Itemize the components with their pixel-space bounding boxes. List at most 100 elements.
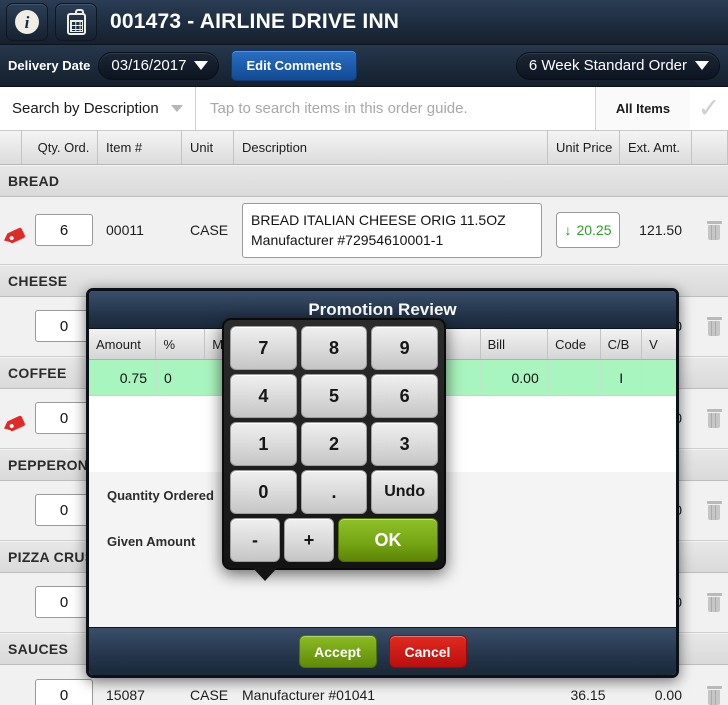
col-percent: % (156, 329, 206, 359)
qty-input[interactable]: 0 (35, 310, 93, 343)
cancel-button[interactable]: Cancel (388, 635, 467, 668)
key-0[interactable]: 0 (230, 470, 297, 514)
key-8[interactable]: 8 (300, 326, 368, 370)
key-6[interactable]: 6 (371, 374, 438, 418)
key-5[interactable]: 5 (300, 374, 368, 418)
key-4[interactable]: 4 (230, 374, 297, 418)
delete-row-button[interactable] (692, 197, 728, 264)
unit-price-cell[interactable]: ↓ 20.25 (548, 197, 620, 264)
cell-v (642, 360, 676, 395)
col-bill: Bill (481, 329, 549, 359)
column-item: Item # (98, 131, 182, 164)
key-plus[interactable]: + (284, 518, 334, 562)
key-minus[interactable]: - (230, 518, 280, 562)
qty-input[interactable]: 0 (35, 402, 93, 435)
search-input[interactable]: Tap to search items in this order guide. (196, 87, 596, 130)
chevron-down-icon (695, 60, 709, 70)
col-code: Code (548, 329, 601, 359)
edit-comments-button[interactable]: Edit Comments (231, 50, 357, 81)
ext-amount-value: 121.50 (639, 222, 682, 239)
unit-price-box[interactable]: ↓ 20.25 (556, 212, 620, 249)
delete-row-button[interactable] (692, 481, 728, 540)
accept-button[interactable]: Accept (298, 635, 377, 668)
column-description: Description (234, 131, 548, 164)
qty-input[interactable]: 0 (35, 679, 93, 705)
trash-icon (706, 220, 722, 240)
info-button[interactable]: i (6, 3, 48, 41)
calculator-icon (65, 9, 88, 35)
promo-flag-button[interactable] (0, 197, 26, 264)
app-root: i 001473 - AIRLINE DRIVE INN Delivery Da… (0, 0, 728, 705)
key-7[interactable]: 7 (230, 326, 297, 370)
chevron-down-icon (194, 60, 209, 70)
search-confirm-button[interactable]: ✓ (690, 87, 728, 130)
unit-value: CASE (190, 222, 229, 239)
page-title: 001473 - AIRLINE DRIVE INN (110, 10, 400, 33)
delivery-date-dropdown[interactable]: 03/16/2017 (98, 51, 220, 80)
unit-price-value: 20.25 (576, 222, 612, 239)
qty-input[interactable]: 0 (35, 586, 93, 619)
order-type-dropdown[interactable]: 6 Week Standard Order (515, 51, 720, 80)
trash-icon (706, 592, 722, 612)
item-number: 00011 (106, 222, 144, 239)
category-header: BREAD (0, 165, 728, 197)
item-manufacturer: Manufacturer #72954610001-1 (251, 232, 444, 249)
description-cell[interactable]: BREAD ITALIAN CHEESE ORIG 11.5OZ Manufac… (234, 197, 548, 264)
key-3[interactable]: 3 (371, 422, 438, 466)
all-items-tab[interactable]: All Items (596, 87, 690, 130)
keypad-pointer (252, 567, 278, 581)
key-9[interactable]: 9 (371, 326, 438, 370)
check-icon: ✓ (697, 93, 721, 123)
delete-row-button[interactable] (692, 389, 728, 448)
promo-flag-button[interactable] (0, 573, 22, 632)
delivery-date-label: Delivery Date (8, 58, 91, 73)
price-down-arrow-icon: ↓ (564, 222, 572, 239)
unit-price-value: 36.15 (570, 687, 606, 704)
column-flag (0, 131, 22, 164)
column-unit: Unit (182, 131, 234, 164)
trash-icon (706, 408, 722, 428)
qty-input[interactable]: 0 (35, 494, 93, 527)
table-row[interactable]: 6 00011 CASE BREAD ITALIAN CHEESE ORIG 1… (0, 197, 728, 265)
delivery-date-value: 03/16/2017 (111, 56, 187, 74)
qty-input[interactable]: 6 (35, 214, 93, 247)
quantity-ordered-label: Quantity Ordered (107, 487, 214, 503)
description-box: BREAD ITALIAN CHEESE ORIG 11.5OZ Manufac… (242, 203, 542, 258)
keypad-digits: 7 8 9 4 5 6 1 2 3 0 . Undo (230, 326, 438, 514)
chevron-down-icon (171, 105, 183, 112)
promo-flag-button[interactable] (0, 665, 22, 705)
cell-cb: I (601, 360, 643, 395)
dialog-footer: Accept Cancel (89, 627, 676, 675)
col-amount: Amount (89, 329, 157, 359)
promo-flag-button[interactable] (0, 389, 26, 448)
qty-cell[interactable]: 6 (22, 197, 98, 264)
key-1[interactable]: 1 (230, 422, 297, 466)
calculator-button[interactable] (55, 3, 97, 41)
order-type-value: 6 Week Standard Order (528, 56, 687, 74)
column-delete (692, 131, 728, 164)
numeric-keypad: 7 8 9 4 5 6 1 2 3 0 . Undo - + OK (222, 318, 446, 581)
column-ext-amt: Ext. Amt. (620, 131, 692, 164)
trash-icon (706, 316, 722, 336)
delete-row-button[interactable] (692, 297, 728, 356)
table-column-headers: Qty. Ord. Item # Unit Description Unit P… (0, 131, 728, 165)
key-ok[interactable]: OK (338, 518, 438, 562)
promo-flag-button[interactable] (0, 481, 22, 540)
key-undo[interactable]: Undo (371, 470, 438, 514)
trash-icon (706, 500, 722, 520)
column-qty: Qty. Ord. (22, 131, 98, 164)
key-decimal[interactable]: . (300, 470, 368, 514)
sub-toolbar: Delivery Date 03/16/2017 Edit Comments 6… (0, 45, 728, 87)
trash-icon (706, 685, 722, 705)
promo-flag-button[interactable] (0, 297, 22, 356)
key-2[interactable]: 2 (300, 422, 368, 466)
item-description: BREAD ITALIAN CHEESE ORIG 11.5OZ (251, 212, 506, 228)
keypad-actions: - + OK (230, 518, 438, 562)
col-v: V (649, 336, 658, 352)
title-bar: i 001473 - AIRLINE DRIVE INN (0, 0, 728, 45)
search-mode-dropdown[interactable]: Search by Description (0, 87, 196, 130)
item-manufacturer: Manufacturer #01041 (242, 687, 376, 704)
delete-row-button[interactable] (692, 573, 728, 632)
delete-row-button[interactable] (692, 665, 728, 705)
cell-amount: 0.75 (89, 360, 157, 395)
